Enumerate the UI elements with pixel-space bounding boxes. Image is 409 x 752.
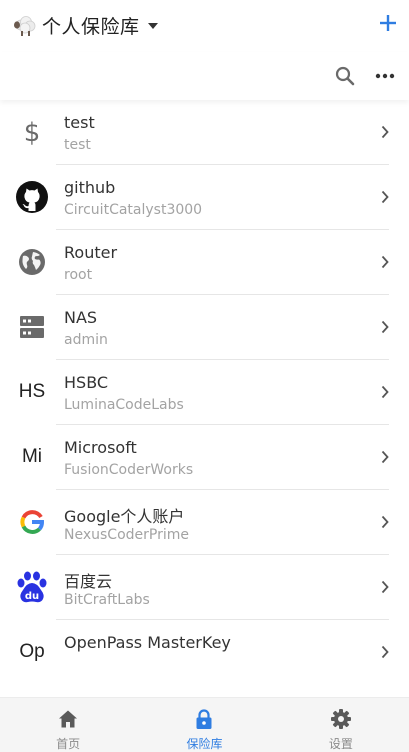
item-title: OpenPass MasterKey — [64, 633, 231, 652]
chevron-right-icon — [381, 385, 389, 399]
list-item[interactable]: $ test test — [0, 100, 409, 165]
abbr-icon: Mi — [12, 440, 52, 474]
vault-item-list: $ test test github CircuitCatalyst3000 R… — [0, 100, 409, 685]
vault-switcher[interactable]: 个人保险库 — [12, 10, 158, 40]
list-item[interactable]: Router root — [0, 230, 409, 295]
home-icon — [59, 710, 78, 728]
item-subtitle: NexusCoderPrime — [64, 527, 189, 543]
plus-icon[interactable] — [373, 8, 403, 38]
globe-icon — [12, 245, 52, 279]
item-subtitle: test — [64, 137, 91, 153]
tab-label: 设置 — [328, 737, 353, 751]
list-item[interactable]: Google个人账户 NexusCoderPrime — [0, 490, 409, 555]
chevron-right-icon — [381, 515, 389, 529]
github-icon — [12, 180, 52, 214]
tab-label: 首页 — [56, 737, 81, 751]
tab-label: 保险库 — [186, 737, 223, 751]
toolbar — [0, 52, 409, 100]
search-icon[interactable] — [333, 64, 357, 88]
svg-text:du: du — [25, 591, 39, 602]
bottom-tab-bar: 首页 保险库 设置 — [0, 697, 409, 752]
svg-text:$: $ — [24, 118, 41, 147]
item-subtitle: BitCraftLabs — [64, 592, 150, 608]
chevron-right-icon — [381, 580, 389, 594]
sheep-icon — [14, 16, 36, 36]
chevron-right-icon — [381, 255, 389, 269]
tab-settings[interactable]: 设置 — [273, 698, 409, 752]
more-horizontal-icon[interactable] — [373, 64, 397, 88]
item-title: HSBC — [64, 373, 109, 392]
item-title: test — [64, 113, 95, 132]
google-icon — [12, 505, 52, 539]
abbr-icon: HS — [12, 375, 52, 409]
item-abbr: Op — [19, 641, 45, 662]
dollar-icon: $ — [12, 115, 52, 149]
item-title: Google个人账户 — [64, 507, 185, 526]
item-subtitle: root — [64, 267, 93, 283]
vault-title: 个人保险库 — [42, 15, 140, 38]
chevron-right-icon — [381, 645, 389, 659]
top-bar: 个人保险库 — [0, 0, 409, 52]
chevron-right-icon — [381, 125, 389, 139]
caret-down-icon — [147, 23, 158, 29]
abbr-icon: Op — [12, 635, 52, 669]
list-item[interactable]: Op OpenPass MasterKey — [0, 620, 409, 685]
item-subtitle: admin — [64, 332, 108, 348]
item-title: github — [64, 178, 116, 197]
item-title: NAS — [64, 308, 98, 327]
item-title: Router — [64, 243, 118, 262]
item-abbr: HS — [18, 381, 46, 402]
list-item[interactable]: du 百度云 BitCraftLabs — [0, 555, 409, 620]
tab-home[interactable]: 首页 — [0, 698, 136, 752]
item-subtitle: FusionCoderWorks — [64, 462, 194, 478]
lock-icon — [196, 709, 212, 729]
tab-vault[interactable]: 保险库 — [136, 698, 272, 752]
server-icon — [12, 310, 52, 344]
item-abbr: Mi — [21, 446, 43, 467]
item-title: Microsoft — [64, 438, 137, 457]
chevron-right-icon — [381, 450, 389, 464]
gear-icon — [330, 709, 351, 729]
list-item[interactable]: NAS admin — [0, 295, 409, 360]
item-subtitle: CircuitCatalyst3000 — [64, 202, 203, 218]
baidu-icon: du — [12, 570, 52, 604]
list-item[interactable]: HS HSBC LuminaCodeLabs — [0, 360, 409, 425]
list-item[interactable]: github CircuitCatalyst3000 — [0, 165, 409, 230]
list-item[interactable]: Mi Microsoft FusionCoderWorks — [0, 425, 409, 490]
item-subtitle: LuminaCodeLabs — [64, 397, 184, 413]
item-title: 百度云 — [64, 572, 113, 591]
chevron-right-icon — [381, 320, 389, 334]
chevron-right-icon — [381, 190, 389, 204]
